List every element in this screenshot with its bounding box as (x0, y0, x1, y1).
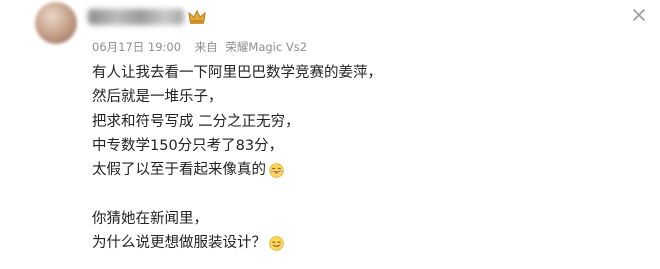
username-area[interactable] (88, 6, 206, 28)
post-meta: 06月17日 19:00 来自 荣耀Magic Vs2 (92, 39, 317, 55)
post-line-text: 为什么说更想做服装设计？ (92, 235, 266, 252)
post-line: 中专数学150分只考了83分， (92, 134, 382, 158)
close-icon[interactable] (630, 6, 648, 24)
post-line-text: 太假了以至于看起来像真的 (92, 162, 266, 179)
post-line-text: 然后就是一堆乐子， (92, 89, 223, 106)
post-line: 有人让我去看一下阿里巴巴数学竞赛的姜萍， (92, 61, 382, 85)
post-line: 然后就是一堆乐子， (92, 85, 382, 109)
post-line-text: 把求和符号写成 二分之正无穷， (92, 113, 300, 130)
post-line: 太假了以至于看起来像真的 (92, 158, 382, 182)
post-line: 你猜她在新闻里， (92, 207, 382, 231)
post-time: 06月17日 19:00 (92, 40, 182, 54)
post-line-text: 中专数学150分只考了83分， (92, 137, 284, 154)
avatar[interactable] (35, 2, 77, 44)
laughing-emoji-icon (269, 163, 284, 178)
post-line: 为什么说更想做服装设计？ (92, 231, 382, 255)
post-content: 有人让我去看一下阿里巴巴数学竞赛的姜萍， 然后就是一堆乐子， 把求和符号写成 二… (92, 61, 382, 255)
smirk-emoji-icon (269, 235, 284, 251)
crown-icon (188, 9, 206, 24)
post-line: 把求和符号写成 二分之正无穷， (92, 110, 382, 134)
post-source-label: 来自 (194, 40, 218, 54)
post-source-device[interactable]: 荣耀Magic Vs2 (225, 40, 307, 54)
post-line-text: 有人让我去看一下阿里巴巴数学竞赛的姜萍， (92, 65, 382, 81)
post-line-text: 你猜她在新闻里， (92, 210, 208, 227)
username-blurred (88, 9, 184, 25)
